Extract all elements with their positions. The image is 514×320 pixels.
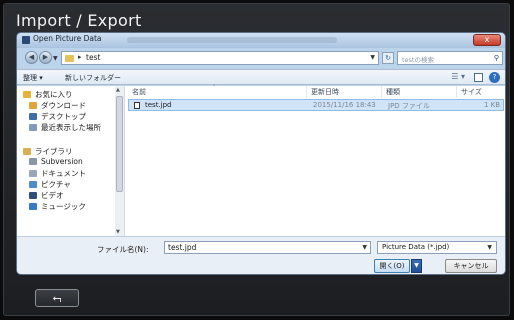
- search-input[interactable]: testの検索 ⚲: [397, 51, 503, 65]
- chevron-down-icon: ▼: [487, 244, 492, 251]
- nav-label: ライブラリ: [35, 147, 73, 156]
- nav-label: 最近表示した場所: [41, 123, 101, 132]
- view-options-icon[interactable]: ☰ ▾: [451, 72, 465, 81]
- file-list: 名前 ˆ 更新日時 種類 サイズ test.jpd 2015/11/16 18:…: [126, 85, 505, 236]
- nav-scrollbar[interactable]: ▲ ▼: [115, 86, 124, 236]
- filename-value: test.jpd: [168, 243, 197, 252]
- filename-dropdown-icon[interactable]: ▼: [362, 244, 367, 251]
- history-dropdown-icon[interactable]: ▼: [53, 55, 58, 62]
- nav-label: Subversion: [41, 157, 83, 166]
- close-button[interactable]: x: [473, 34, 501, 46]
- help-icon[interactable]: ?: [489, 72, 500, 83]
- titlebar-blurred-text: [127, 37, 337, 43]
- dialog-app-icon: [22, 36, 30, 44]
- file-size: 1 KB: [484, 101, 501, 109]
- column-header-name[interactable]: 名前: [132, 87, 146, 97]
- column-header-date[interactable]: 更新日時: [311, 87, 339, 97]
- music-icon: [29, 203, 37, 210]
- address-dropdown-icon[interactable]: ▼: [370, 54, 375, 61]
- preview-pane-icon[interactable]: [474, 73, 483, 82]
- filter-value: Picture Data (*.jpd): [382, 243, 450, 251]
- app-frame: Import / Export Open Picture Data x ◀ ▶ …: [3, 3, 510, 316]
- sort-indicator-icon: ˆ: [213, 85, 216, 91]
- open-options-dropdown[interactable]: ▼: [411, 259, 422, 273]
- address-bar[interactable]: ▸ test ▼: [61, 51, 379, 65]
- app-title: Import / Export: [16, 11, 142, 30]
- pictures-icon: [29, 181, 37, 188]
- dialog-title: Open Picture Data: [33, 34, 102, 43]
- subversion-icon: [29, 158, 37, 165]
- folder-icon: [65, 55, 74, 62]
- file-type-filter[interactable]: Picture Data (*.jpd) ▼: [377, 241, 497, 254]
- column-divider[interactable]: [381, 86, 382, 98]
- dialog-footer: ファイル名(N): test.jpd ▼ Picture Data (*.jpd…: [17, 236, 505, 274]
- nav-label: ドキュメント: [41, 169, 86, 178]
- open-button[interactable]: 開く(O): [374, 259, 410, 273]
- nav-item-music[interactable]: ミュージック: [29, 201, 86, 212]
- organize-button[interactable]: 整理 ▾: [23, 73, 43, 83]
- download-folder-icon: [29, 102, 37, 109]
- search-icon[interactable]: ⚲: [494, 54, 499, 62]
- column-header-type[interactable]: 種類: [386, 87, 400, 97]
- breadcrumb-separator[interactable]: ▸: [78, 53, 82, 61]
- documents-icon: [29, 170, 37, 177]
- file-row[interactable]: test.jpd 2015/11/16 18:43 JPD ファイル 1 KB: [128, 99, 504, 111]
- back-return-button[interactable]: ⮢: [35, 289, 79, 307]
- cancel-button[interactable]: キャンセル: [445, 259, 497, 273]
- refresh-button[interactable]: ↻: [382, 52, 394, 64]
- scrollbar-thumb[interactable]: [116, 96, 123, 192]
- filename-input[interactable]: test.jpd ▼: [164, 241, 371, 254]
- file-type: JPD ファイル: [388, 102, 430, 110]
- nav-label: お気に入り: [35, 90, 73, 99]
- scroll-down-icon[interactable]: ▼: [116, 229, 120, 235]
- filename-label: ファイル名(N):: [97, 245, 149, 254]
- file-icon: [134, 102, 140, 109]
- nav-item-downloads[interactable]: ダウンロード: [29, 100, 86, 111]
- nav-item-subversion[interactable]: Subversion: [29, 157, 83, 166]
- file-date: 2015/11/16 18:43: [313, 101, 376, 109]
- dialog-titlebar: Open Picture Data x: [17, 33, 505, 48]
- address-row: ◀ ▶ ▼ ▸ test ▼ ↻ testの検索 ⚲: [17, 49, 505, 67]
- nav-item-favorites[interactable]: お気に入り: [23, 89, 73, 100]
- column-divider[interactable]: [456, 86, 457, 98]
- search-placeholder: testの検索: [402, 56, 434, 64]
- videos-icon: [29, 192, 37, 199]
- nav-item-desktop[interactable]: デスクトップ: [29, 111, 86, 122]
- nav-label: デスクトップ: [41, 112, 86, 121]
- library-icon: [23, 148, 31, 155]
- column-header-size[interactable]: サイズ: [461, 87, 482, 97]
- nav-label: ビデオ: [41, 191, 64, 200]
- breadcrumb-test[interactable]: test: [86, 53, 100, 62]
- nav-label: ピクチャ: [41, 180, 71, 189]
- nav-item-pictures[interactable]: ピクチャ: [29, 179, 71, 190]
- navigation-pane: お気に入り ダウンロード デスクトップ 最近表示した場所 ライブラリ Subve…: [17, 86, 125, 236]
- command-bar: 整理 ▾ 新しいフォルダー ☰ ▾ ?: [17, 69, 505, 85]
- file-name: test.jpd: [145, 101, 172, 109]
- nav-label: ミュージック: [41, 202, 86, 211]
- forward-button[interactable]: ▶: [39, 51, 52, 64]
- scroll-up-icon[interactable]: ▲: [116, 87, 120, 93]
- column-divider[interactable]: [306, 86, 307, 98]
- open-file-dialog: Open Picture Data x ◀ ▶ ▼ ▸ test ▼ ↻ tes…: [16, 32, 506, 275]
- back-button[interactable]: ◀: [25, 51, 38, 64]
- nav-item-videos[interactable]: ビデオ: [29, 190, 64, 201]
- desktop-icon: [29, 113, 37, 120]
- nav-item-recent[interactable]: 最近表示した場所: [29, 122, 101, 133]
- nav-item-libraries[interactable]: ライブラリ: [23, 146, 73, 157]
- new-folder-button[interactable]: 新しいフォルダー: [65, 73, 121, 83]
- nav-item-documents[interactable]: ドキュメント: [29, 168, 86, 179]
- nav-label: ダウンロード: [41, 101, 86, 110]
- browser-area: お気に入り ダウンロード デスクトップ 最近表示した場所 ライブラリ Subve…: [17, 85, 505, 236]
- recent-places-icon: [29, 124, 37, 131]
- star-icon: [23, 91, 31, 98]
